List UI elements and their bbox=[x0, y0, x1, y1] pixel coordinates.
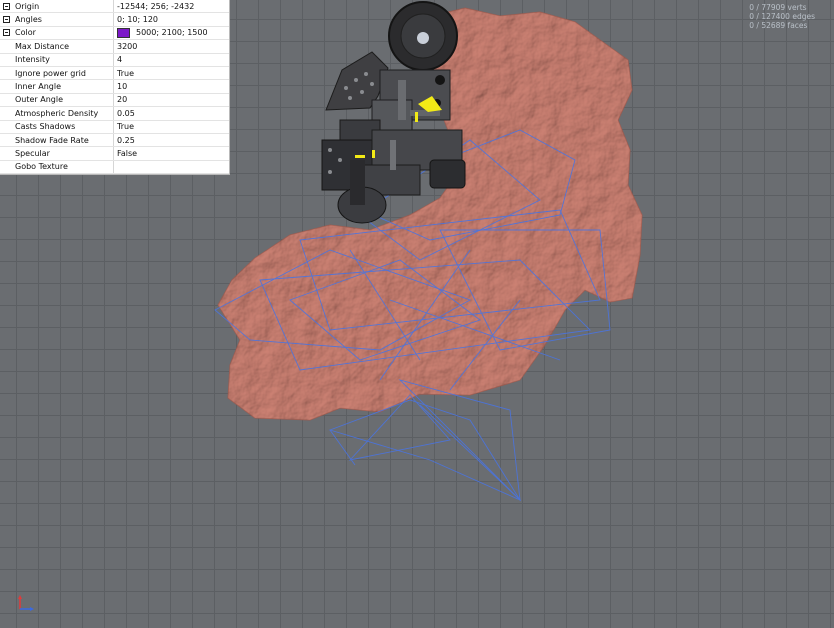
property-name: Angles bbox=[12, 13, 114, 26]
property-row-origin[interactable]: Origin -12544; 256; -2432 bbox=[0, 0, 229, 14]
property-value-color[interactable]: 5000; 2100; 1500 bbox=[114, 27, 208, 39]
property-value[interactable]: False bbox=[114, 147, 137, 159]
property-row-max-distance[interactable]: Max Distance 3200 bbox=[0, 40, 229, 54]
property-value[interactable]: 0.25 bbox=[114, 134, 135, 146]
property-name: Shadow Fade Rate bbox=[12, 133, 114, 147]
property-name: Origin bbox=[12, 0, 114, 13]
property-row-angles[interactable]: Angles 0; 10; 120 bbox=[0, 13, 229, 27]
property-row-atmospheric-density[interactable]: Atmospheric Density 0.05 bbox=[0, 107, 229, 121]
faces-count: 0 / 52689 faces bbox=[749, 21, 808, 30]
property-name: Color bbox=[12, 26, 114, 40]
color-value-text: 5000; 2100; 1500 bbox=[136, 28, 208, 38]
property-value[interactable]: 0; 10; 120 bbox=[114, 13, 158, 25]
property-row-intensity[interactable]: Intensity 4 bbox=[0, 53, 229, 67]
edges-count: 0 / 127400 edges bbox=[749, 12, 815, 21]
property-name: Ignore power grid bbox=[12, 66, 114, 80]
collapse-box-icon[interactable] bbox=[2, 29, 10, 37]
property-name: Atmospheric Density bbox=[12, 107, 114, 120]
property-name: Max Distance bbox=[12, 40, 114, 53]
property-name: Outer Angle bbox=[12, 93, 114, 107]
property-row-shadow-fade-rate[interactable]: Shadow Fade Rate 0.25 bbox=[0, 133, 229, 148]
property-value[interactable]: -12544; 256; -2432 bbox=[114, 0, 194, 12]
verts-count: 0 / 77909 verts bbox=[749, 3, 807, 12]
mesh-stats: 0 / 77909 verts 0 / 127400 edges 0 / 526… bbox=[749, 3, 815, 30]
property-value[interactable]: 10 bbox=[114, 80, 127, 92]
collapse-box-icon[interactable] bbox=[2, 2, 10, 10]
property-name: Intensity bbox=[12, 53, 114, 66]
property-name: Inner Angle bbox=[12, 80, 114, 93]
property-row-gobo-texture[interactable]: Gobo Texture bbox=[0, 160, 229, 175]
property-value[interactable]: True bbox=[114, 121, 134, 133]
property-value[interactable] bbox=[114, 161, 117, 173]
property-row-ignore-power-grid[interactable]: Ignore power grid True bbox=[0, 66, 229, 81]
properties-panel: Origin -12544; 256; -2432 Angles 0; 10; … bbox=[0, 0, 230, 176]
property-value[interactable]: 3200 bbox=[114, 40, 137, 52]
property-value[interactable]: 4 bbox=[114, 54, 122, 66]
property-value[interactable]: 0.05 bbox=[114, 107, 135, 119]
property-name: Casts Shadows bbox=[12, 120, 114, 133]
property-name: Specular bbox=[12, 147, 114, 160]
property-value[interactable]: True bbox=[114, 67, 134, 79]
property-name: Gobo Texture bbox=[12, 160, 114, 174]
property-row-outer-angle[interactable]: Outer Angle 20 bbox=[0, 93, 229, 108]
collapse-box-icon[interactable] bbox=[2, 16, 10, 24]
base-structure bbox=[321, 1, 466, 224]
property-row-inner-angle[interactable]: Inner Angle 10 bbox=[0, 80, 229, 94]
property-row-casts-shadows[interactable]: Casts Shadows True bbox=[0, 120, 229, 134]
color-swatch[interactable] bbox=[117, 27, 130, 38]
property-row-color[interactable]: Color 5000; 2100; 1500 bbox=[0, 26, 229, 41]
property-row-specular[interactable]: Specular False bbox=[0, 147, 229, 161]
property-value[interactable]: 20 bbox=[114, 94, 127, 106]
axis-gizmo-icon bbox=[18, 595, 34, 611]
